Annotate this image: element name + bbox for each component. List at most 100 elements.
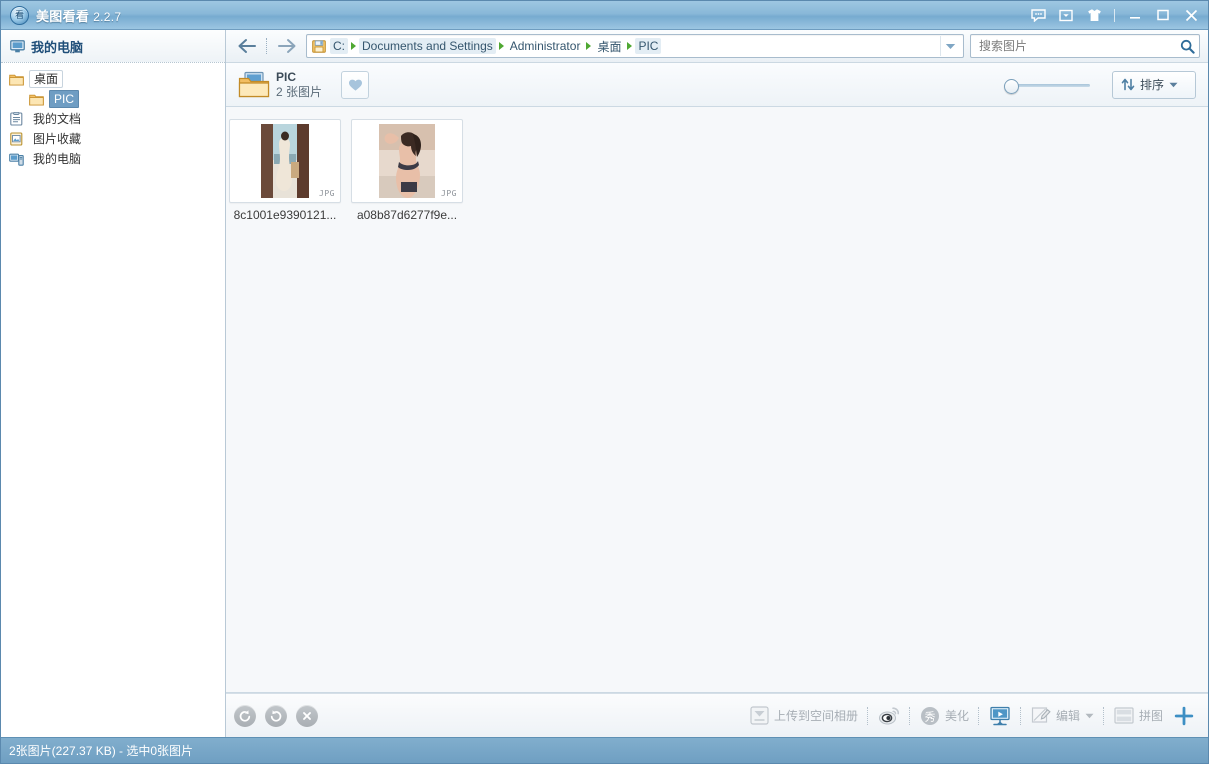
thumbnail-item[interactable]: JPG a08b87d6277f9e...	[349, 119, 465, 222]
skin-icon[interactable]	[1081, 4, 1107, 26]
breadcrumb-item-drive[interactable]: C:	[330, 38, 348, 54]
delete-button[interactable]	[296, 704, 318, 727]
sidebar-item-my-pictures[interactable]: 图片收藏	[1, 129, 225, 149]
chevron-down-icon	[1085, 713, 1094, 718]
beautify-label: 美化	[944, 709, 969, 723]
window-body: 我的电脑 桌面 PIC 我的文档 图片收藏 我的电脑 C: Documents …	[1, 30, 1208, 737]
svg-text:秀: 秀	[924, 710, 935, 723]
search-icon[interactable]	[1175, 39, 1199, 54]
thumbnail-image	[379, 124, 435, 198]
breadcrumb-item-desktop[interactable]: 桌面	[594, 37, 624, 56]
folder-icon	[9, 74, 24, 86]
edit-button[interactable]: 编辑	[1024, 701, 1101, 731]
rotate-right-button[interactable]	[265, 704, 287, 727]
main-panel: C: Documents and Settings Administrator …	[226, 30, 1208, 737]
edit-label: 编辑	[1055, 709, 1080, 723]
favorite-button[interactable]	[341, 70, 370, 99]
plus-icon	[1174, 706, 1194, 725]
sidebar-item-label: 桌面	[29, 70, 64, 88]
forward-button[interactable]	[274, 33, 300, 59]
thumbnail-canvas[interactable]: JPG 8c1001e9390121... JPG a08b87d6277f9e…	[226, 107, 1208, 693]
sidebar: 我的电脑 桌面 PIC 我的文档 图片收藏 我的电脑	[1, 30, 226, 737]
nav-divider	[266, 38, 268, 54]
search-box[interactable]	[970, 34, 1200, 58]
collage-icon	[1114, 707, 1134, 724]
sidebar-item-label: 图片收藏	[33, 132, 82, 146]
close-icon	[303, 711, 311, 720]
breadcrumb-item-documents-and-settings[interactable]: Documents and Settings	[359, 38, 496, 54]
slideshow-icon	[990, 706, 1010, 725]
sidebar-item-label: PIC	[49, 90, 80, 108]
file-type-badge: JPG	[441, 189, 457, 198]
breadcrumb-item-pic[interactable]: PIC	[635, 38, 662, 54]
thumbnail-grid: JPG 8c1001e9390121... JPG a08b87d6277f9e…	[226, 119, 1208, 222]
folder-name-label: PIC	[276, 69, 297, 84]
thumbnail-filename: a08b87d6277f9e...	[356, 208, 458, 222]
app-window: 看 美图看看 2.2.7 我的电脑 桌面 PIC 我的文档 图片收藏 我的电脑 …	[0, 0, 1209, 764]
folder-large-icon	[236, 71, 272, 99]
rotate-right-icon	[270, 709, 282, 722]
weibo-icon	[878, 706, 899, 724]
add-button[interactable]	[1170, 701, 1198, 731]
address-dropdown-button[interactable]	[940, 36, 959, 56]
minimize-button[interactable]	[1122, 4, 1148, 26]
toolbar-divider	[908, 706, 911, 725]
search-input[interactable]	[977, 36, 1175, 56]
title-bar: 看 美图看看 2.2.7	[1, 1, 1208, 30]
maximize-button[interactable]	[1150, 4, 1176, 26]
sort-button[interactable]: 排序	[1112, 70, 1196, 99]
feedback-icon[interactable]	[1025, 4, 1051, 26]
bottom-toolbar: 上传到空间相册 秀 美化 编辑 拼图	[226, 693, 1208, 737]
thumbnail-filename: 8c1001e9390121...	[233, 208, 337, 222]
folder-text: PIC 2 张图片	[276, 70, 322, 100]
address-row: C: Documents and Settings Administrator …	[226, 30, 1208, 63]
thumbnail-item[interactable]: JPG 8c1001e9390121...	[227, 119, 343, 222]
rotate-left-button[interactable]	[234, 704, 256, 727]
toolbar-divider	[977, 706, 980, 725]
sidebar-item-label: 我的电脑	[33, 152, 82, 166]
sidebar-item-pic[interactable]: PIC	[1, 89, 225, 109]
sidebar-item-label: 我的文档	[33, 112, 82, 126]
computer-icon	[10, 39, 25, 52]
app-version-label: 2.2.7	[93, 9, 122, 24]
beautify-button[interactable]: 秀 美化	[913, 701, 976, 731]
close-button[interactable]	[1178, 4, 1204, 26]
drive-icon	[312, 39, 326, 53]
upload-to-album-button[interactable]: 上传到空间相册	[743, 701, 865, 731]
sort-icon	[1121, 78, 1135, 91]
collage-button[interactable]: 拼图	[1107, 701, 1170, 731]
breadcrumb-separator-icon	[498, 42, 504, 50]
titlebar-divider	[1114, 8, 1115, 22]
computer-icon	[9, 153, 24, 166]
address-bar[interactable]: C: Documents and Settings Administrator …	[306, 34, 964, 58]
app-logo-icon: 看	[10, 5, 29, 25]
window-title: 美图看看 2.2.7	[36, 6, 121, 25]
rotate-left-icon	[239, 709, 251, 722]
app-name-label: 美图看看	[36, 8, 90, 24]
zoom-slider-handle[interactable]	[1004, 78, 1019, 94]
edit-pencil-icon	[1031, 707, 1051, 723]
toolbar-divider	[1102, 706, 1105, 725]
slideshow-button[interactable]	[982, 701, 1018, 731]
thumbnail-zoom-slider[interactable]	[1004, 78, 1090, 94]
status-text: 2张图片(227.37 KB) - 选中0张图片	[9, 744, 194, 758]
pictures-icon	[10, 132, 23, 146]
sidebar-header: 我的电脑	[1, 30, 225, 63]
upload-to-album-label: 上传到空间相册	[773, 709, 858, 723]
back-button[interactable]	[234, 33, 260, 59]
chevron-down-icon	[1169, 82, 1178, 87]
share-weibo-button[interactable]	[871, 701, 907, 731]
sidebar-item-my-computer[interactable]: 我的电脑	[1, 149, 225, 169]
sort-button-label: 排序	[1140, 78, 1165, 92]
chevron-down-icon	[945, 43, 955, 49]
sidebar-item-my-documents[interactable]: 我的文档	[1, 109, 225, 129]
status-bar: 2张图片(227.37 KB) - 选中0张图片	[1, 737, 1208, 763]
sidebar-header-label: 我的电脑	[31, 39, 84, 55]
breadcrumb-item-administrator[interactable]: Administrator	[507, 38, 584, 54]
breadcrumb-separator-icon	[627, 42, 633, 50]
sidebar-item-desktop[interactable]: 桌面	[1, 69, 225, 89]
toolbar-divider	[866, 706, 869, 725]
message-box-icon[interactable]	[1053, 4, 1079, 26]
thumbnail-frame: JPG	[351, 119, 463, 203]
upload-album-icon	[750, 706, 769, 725]
